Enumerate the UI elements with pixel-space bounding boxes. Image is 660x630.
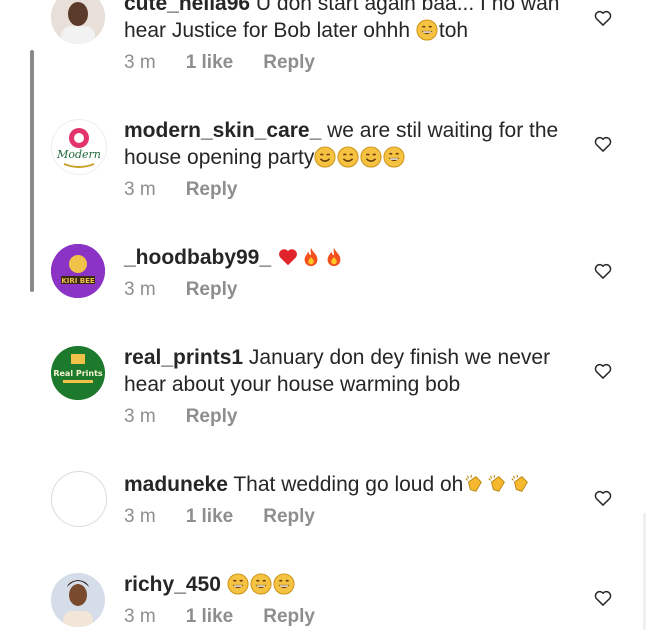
clap-emoji <box>486 473 508 495</box>
grinning-emoji <box>250 573 272 595</box>
heart-icon[interactable] <box>592 488 614 508</box>
reply-button[interactable]: Reply <box>263 52 315 74</box>
fire-emoji <box>323 246 345 268</box>
comment-meta: 3 m Reply <box>124 279 590 301</box>
reply-button[interactable]: Reply <box>186 406 238 428</box>
smile-emoji <box>337 146 359 168</box>
comment-suffix: toh <box>438 19 469 42</box>
username[interactable]: richy_450 <box>124 573 221 596</box>
smile-emoji <box>360 146 382 168</box>
timestamp: 3 m <box>124 179 156 200</box>
likes-count[interactable]: 1 like <box>186 52 234 74</box>
avatar-brand-text: KIRI BEE <box>61 277 95 285</box>
avatar[interactable]: KIRI BEE <box>51 244 105 298</box>
avatar[interactable] <box>51 573 105 627</box>
grinning-emoji <box>227 573 249 595</box>
comment-meta: 3 m 1 like Reply <box>124 52 590 74</box>
username[interactable]: maduneke <box>124 473 228 496</box>
timestamp: 3 m <box>124 506 156 527</box>
avatar-brand-text: Real Prints <box>53 369 103 378</box>
comment-text: modern_skin_care_ we are stil waiting fo… <box>124 117 590 171</box>
clap-emoji <box>463 473 485 495</box>
avatar-brand-text: Modern <box>56 148 101 161</box>
timestamp: 3 m <box>124 279 156 300</box>
heart-icon[interactable] <box>592 134 614 154</box>
avatar[interactable] <box>51 0 105 44</box>
comment-text: cute_nella96 U don start again baa... I … <box>124 0 590 44</box>
grinning-emoji <box>383 146 405 168</box>
fire-emoji <box>300 246 322 268</box>
likes-count[interactable]: 1 like <box>186 606 234 628</box>
reply-button[interactable]: Reply <box>186 279 238 301</box>
username[interactable]: modern_skin_care_ <box>124 119 321 142</box>
avatar[interactable]: Modern <box>51 119 107 175</box>
avatar[interactable] <box>51 471 107 527</box>
username[interactable]: _hoodbaby99_ <box>124 246 271 269</box>
smile-emoji <box>314 146 336 168</box>
comment-text: maduneke That wedding go loud oh <box>124 471 590 498</box>
reply-button[interactable]: Reply <box>263 506 315 528</box>
grinning-emoji <box>273 573 295 595</box>
heart-icon[interactable] <box>592 588 614 608</box>
timestamp: 3 m <box>124 406 156 427</box>
clap-emoji <box>509 473 531 495</box>
heart-icon[interactable] <box>592 8 614 28</box>
comment-meta: 3 m Reply <box>124 406 590 428</box>
heart-icon[interactable] <box>592 361 614 381</box>
reply-button[interactable]: Reply <box>263 606 315 628</box>
comment-meta: 3 m Reply <box>124 179 590 201</box>
heart-icon[interactable] <box>592 261 614 281</box>
comment-text: richy_450 <box>124 571 590 598</box>
likes-count[interactable]: 1 like <box>186 506 234 528</box>
timestamp: 3 m <box>124 606 156 627</box>
comment-meta: 3 m 1 like Reply <box>124 606 590 628</box>
scroll-indicator[interactable] <box>30 50 34 292</box>
username[interactable]: real_prints1 <box>124 346 243 369</box>
comment-text: _hoodbaby99_ <box>124 244 590 271</box>
timestamp: 3 m <box>124 52 156 73</box>
right-scrollbar[interactable] <box>643 513 646 630</box>
comment-body: That wedding go loud oh <box>233 473 464 496</box>
reply-button[interactable]: Reply <box>186 179 238 201</box>
grinning-emoji <box>416 19 438 41</box>
heart-emoji <box>277 246 299 268</box>
avatar[interactable]: Real Prints <box>51 346 105 400</box>
comment-meta: 3 m 1 like Reply <box>124 506 590 528</box>
comment-text: real_prints1 January don dey finish we n… <box>124 344 590 398</box>
username[interactable]: cute_nella96 <box>124 0 250 15</box>
